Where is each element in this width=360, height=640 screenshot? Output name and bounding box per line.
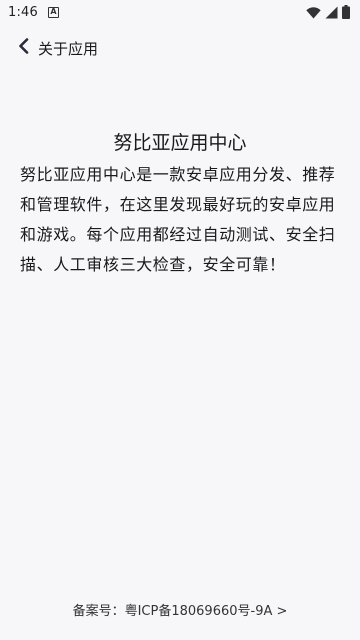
- icp-record-link[interactable]: 备案号：粤ICP备18069660号-9A >: [0, 600, 360, 619]
- notification-a-icon: A: [48, 6, 59, 18]
- status-bar: 1:46 A: [0, 0, 360, 24]
- app-description: 努比亚应用中心是一款安卓应用分发、推荐和管理软件，在这里发现最好玩的安卓应用和游…: [20, 165, 336, 274]
- wifi-icon: [306, 6, 321, 19]
- battery-icon: [342, 5, 350, 19]
- app-header: 关于应用: [0, 30, 360, 66]
- back-button[interactable]: [14, 38, 34, 58]
- page-title: 关于应用: [38, 39, 99, 58]
- status-icons: [306, 5, 350, 19]
- app-name: 努比亚应用中心: [113, 132, 247, 154]
- about-app-screen: 1:46 A 关于应用 努比亚应用中心 努比亚应用中心是一款安卓应用分发、推荐和…: [0, 0, 360, 640]
- status-time: 1:46: [8, 4, 38, 20]
- signal-icon: [325, 6, 338, 19]
- chevron-left-icon: [18, 38, 30, 58]
